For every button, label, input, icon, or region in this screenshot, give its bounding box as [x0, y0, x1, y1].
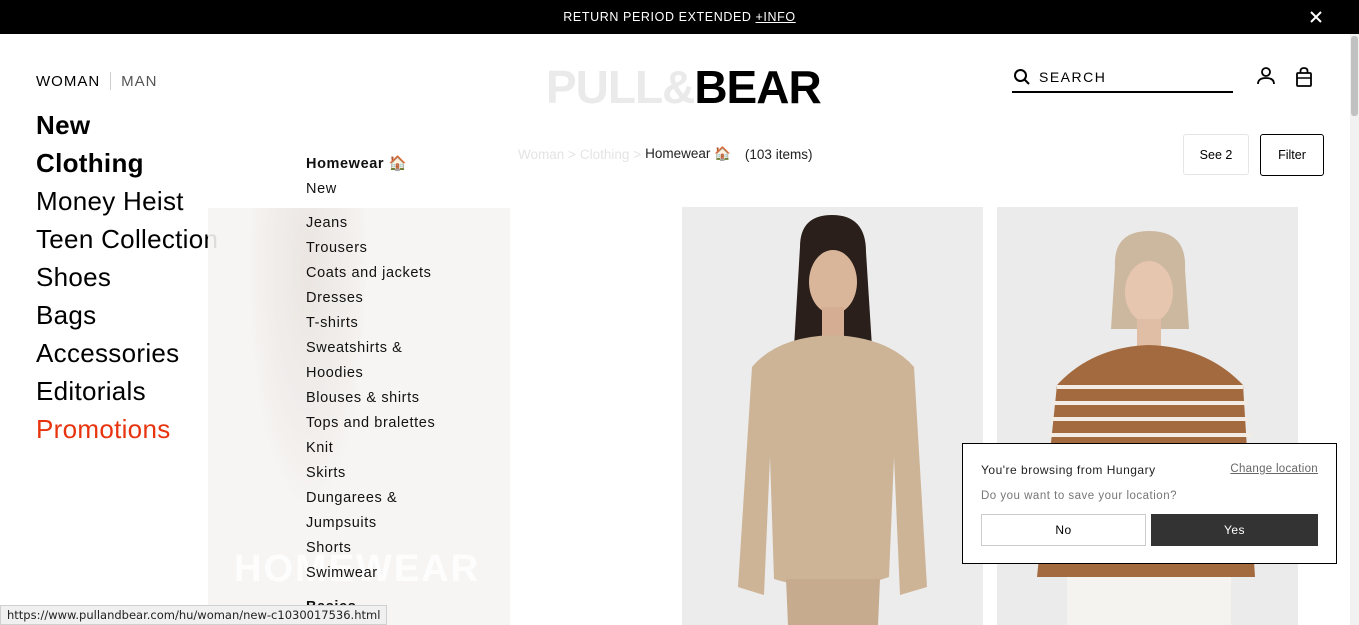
submenu-item-shorts[interactable]: Shorts: [306, 536, 435, 561]
page-scrollbar[interactable]: [1350, 34, 1359, 625]
submenu-item-dungarees[interactable]: Dungarees &: [306, 486, 435, 511]
logo-bear: BEAR: [694, 61, 821, 113]
breadcrumb-current: Homewear 🏠: [645, 146, 731, 161]
menu-item-editorials[interactable]: Editorials: [36, 372, 218, 410]
brand-logo[interactable]: PULL&BEAR: [546, 60, 822, 114]
no-button[interactable]: No: [981, 514, 1146, 546]
filter-button[interactable]: Filter: [1260, 134, 1324, 176]
submenu-item-blouses[interactable]: Blouses & shirts: [306, 386, 435, 411]
menu-item-clothing[interactable]: Clothing: [36, 144, 218, 182]
breadcrumb-woman[interactable]: Woman >: [518, 147, 576, 162]
submenu-item-sweatshirts[interactable]: Sweatshirts &: [306, 336, 435, 361]
close-icon[interactable]: [1307, 8, 1325, 26]
product-card[interactable]: [682, 207, 983, 625]
submenu-item-swimwear[interactable]: Swimwear: [306, 561, 435, 586]
announcement-info-link[interactable]: +INFO: [756, 10, 796, 24]
menu-item-teen-collection[interactable]: Teen Collection: [36, 220, 218, 258]
product-image: [682, 207, 983, 625]
save-location-question: Do you want to save your location?: [981, 490, 1177, 502]
view-toggle-button[interactable]: See 2: [1183, 134, 1249, 175]
tab-woman[interactable]: WOMAN: [36, 73, 110, 90]
scrollbar-thumb[interactable]: [1351, 36, 1358, 116]
submenu-item-knit[interactable]: Knit: [306, 436, 435, 461]
browser-status-url: https://www.pullandbear.com/hu/woman/new…: [0, 605, 388, 625]
breadcrumb-clothing[interactable]: Clothing >: [580, 147, 641, 162]
submenu-item-jumpsuits[interactable]: Jumpsuits: [306, 511, 435, 536]
change-location-link[interactable]: Change location: [1230, 463, 1318, 475]
submenu-item-coats-jackets[interactable]: Coats and jackets: [306, 261, 435, 286]
browsing-location-text: You're browsing from Hungary: [981, 463, 1156, 477]
user-icon[interactable]: [1256, 66, 1276, 86]
gender-switch: WOMAN MAN: [36, 72, 158, 90]
announcement-bar: RETURN PERIOD EXTENDED +INFO: [0, 0, 1359, 34]
submenu-item-tops[interactable]: Tops and bralettes: [306, 411, 435, 436]
submenu-item-skirts[interactable]: Skirts: [306, 461, 435, 486]
item-count: (103 items): [744, 146, 813, 162]
submenu-item-trousers[interactable]: Trousers: [306, 236, 435, 261]
menu-item-accessories[interactable]: Accessories: [36, 334, 218, 372]
yes-button[interactable]: Yes: [1151, 514, 1318, 546]
submenu-clothing: Homewear 🏠 New Jeans Trousers Coats and …: [306, 152, 435, 620]
submenu-item-new[interactable]: New: [306, 177, 435, 202]
submenu-item-tshirts[interactable]: T-shirts: [306, 311, 435, 336]
submenu-item-dresses[interactable]: Dresses: [306, 286, 435, 311]
tab-man[interactable]: MAN: [111, 73, 157, 90]
breadcrumb: Woman > Clothing > Homewear 🏠 (103 items…: [518, 146, 816, 162]
submenu-item-homewear[interactable]: Homewear 🏠: [306, 152, 435, 177]
menu-item-bags[interactable]: Bags: [36, 296, 218, 334]
shopping-bag-icon[interactable]: [1294, 66, 1314, 88]
main-menu: New Clothing Money Heist Teen Collection…: [36, 106, 218, 448]
search-icon: [1014, 69, 1030, 85]
submenu-item-jeans[interactable]: Jeans: [306, 211, 435, 236]
announcement-text: RETURN PERIOD EXTENDED: [563, 10, 752, 24]
search-field[interactable]: SEARCH: [1012, 63, 1233, 93]
logo-pull: PULL&: [546, 61, 695, 113]
submenu-item-hoodies[interactable]: Hoodies: [306, 361, 435, 386]
search-placeholder: SEARCH: [1039, 69, 1107, 85]
menu-item-promotions[interactable]: Promotions: [36, 410, 218, 448]
location-popup: You're browsing from Hungary Change loca…: [962, 443, 1337, 564]
menu-item-shoes[interactable]: Shoes: [36, 258, 218, 296]
menu-item-new[interactable]: New: [36, 106, 218, 144]
menu-item-money-heist[interactable]: Money Heist: [36, 182, 218, 220]
